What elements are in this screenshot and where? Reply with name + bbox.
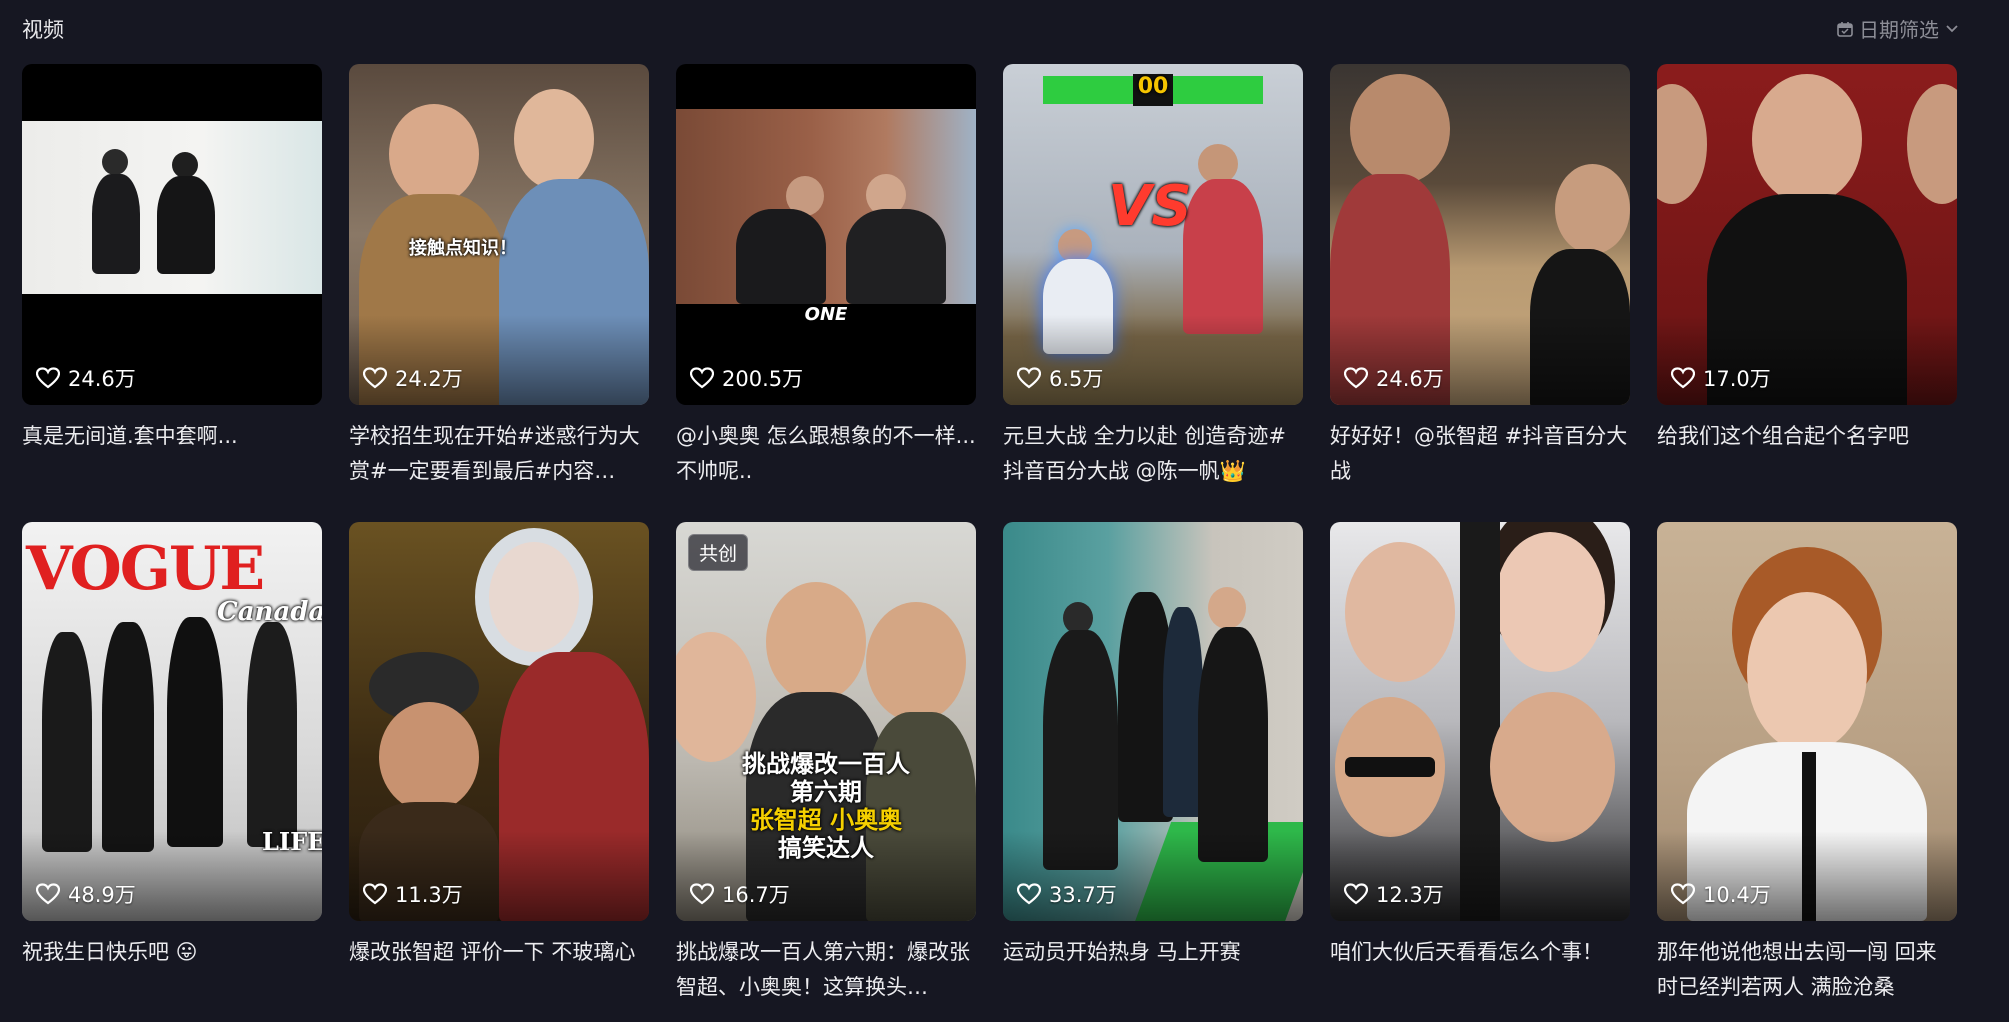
- video-caption[interactable]: 元旦大战 全力以赴 创造奇迹#抖音百分大战 @陈一帆👑: [1003, 419, 1303, 489]
- like-count: 12.3万: [1344, 879, 1444, 909]
- heart-icon: [690, 367, 714, 389]
- video-caption[interactable]: 爆改张智超 评价一下 不玻璃心: [349, 935, 649, 970]
- video-card[interactable]: 12.3万 咱们大伙后天看看怎么个事！: [1330, 522, 1630, 1022]
- heart-icon: [1017, 367, 1041, 389]
- video-thumbnail[interactable]: VOGUE Canada LIFE 48.9万: [22, 522, 322, 921]
- video-caption[interactable]: 那年他说他想出去闯一闯 回来时已经判若两人 满脸沧桑: [1657, 935, 1957, 1005]
- like-count: 24.6万: [1344, 363, 1444, 393]
- video-card[interactable]: 00 VS 6.5万 元旦大战 全力以赴 创造奇迹#抖音百分大战 @陈一帆👑: [1003, 64, 1303, 522]
- heart-icon: [1344, 883, 1368, 905]
- video-card[interactable]: 10.4万 那年他说他想出去闯一闯 回来时已经判若两人 满脸沧桑: [1657, 522, 1957, 1022]
- video-card[interactable]: 24.6万 好好好！@张智超 #抖音百分大战: [1330, 64, 1630, 522]
- video-card[interactable]: 接触点知识！ 24.2万 学校招生现在开始#迷惑行为大赏#一定要看到最后#内容…: [349, 64, 649, 522]
- video-caption[interactable]: 运动员开始热身 马上开赛: [1003, 935, 1303, 970]
- video-caption[interactable]: 咱们大伙后天看看怎么个事！: [1330, 935, 1630, 970]
- video-caption[interactable]: 挑战爆改一百人第六期：爆改张智超、小奥奥！这算换头…: [676, 935, 976, 1005]
- video-thumbnail[interactable]: 00 VS 6.5万: [1003, 64, 1303, 405]
- heart-icon: [36, 883, 60, 905]
- video-thumbnail[interactable]: 接触点知识！ 24.2万: [349, 64, 649, 405]
- magazine-subtitle: Canada: [217, 597, 322, 627]
- magazine-title: VOGUE: [26, 534, 265, 604]
- score-display: 00: [1133, 74, 1173, 106]
- video-grid: 24.6万 真是无间道.套中套啊... 接触点知识！ 24.2万 学校招生现在开…: [22, 64, 1957, 1022]
- date-filter-button[interactable]: 日期筛选: [1837, 14, 1959, 43]
- heart-icon: [363, 883, 387, 905]
- video-card[interactable]: VOGUE Canada LIFE 48.9万 祝我生日快乐吧 😛: [22, 522, 322, 1022]
- calendar-icon: [1837, 21, 1853, 37]
- video-thumbnail[interactable]: 33.7万: [1003, 522, 1303, 921]
- section-header: 视频 日期筛选: [0, 0, 2009, 56]
- video-caption[interactable]: 学校招生现在开始#迷惑行为大赏#一定要看到最后#内容…: [349, 419, 649, 489]
- thumbnail-title-line4: 搞笑达人: [778, 834, 874, 862]
- video-card[interactable]: 11.3万 爆改张智超 评价一下 不玻璃心: [349, 522, 649, 1022]
- video-thumbnail[interactable]: 10.4万: [1657, 522, 1957, 921]
- like-count: 11.3万: [363, 879, 463, 909]
- like-count: 200.5万: [690, 363, 803, 393]
- video-card[interactable]: 24.6万 真是无间道.套中套啊...: [22, 64, 322, 522]
- video-caption[interactable]: 好好好！@张智超 #抖音百分大战: [1330, 419, 1630, 489]
- like-count: 48.9万: [36, 879, 136, 909]
- chevron-down-icon: [1945, 24, 1959, 34]
- like-count: 10.4万: [1671, 879, 1771, 909]
- video-card[interactable]: ONE 200.5万 @小奥奥 怎么跟想象的不一样...不帅呢..: [676, 64, 976, 522]
- versus-label: VS: [1108, 174, 1192, 239]
- date-filter-label: 日期筛选: [1859, 18, 1939, 42]
- video-thumbnail[interactable]: 共创 挑战爆改一百人 第六期 张智超 小奥奥 搞笑达人 16.7万: [676, 522, 976, 921]
- heart-icon: [36, 367, 60, 389]
- video-thumbnail[interactable]: 12.3万: [1330, 522, 1630, 921]
- thumbnail-caption: 接触点知识！: [409, 238, 517, 259]
- video-caption[interactable]: 真是无间道.套中套啊...: [22, 419, 322, 454]
- video-caption[interactable]: @小奥奥 怎么跟想象的不一样...不帅呢..: [676, 419, 976, 489]
- heart-icon: [1017, 883, 1041, 905]
- video-thumbnail[interactable]: 24.6万: [22, 64, 322, 405]
- collab-badge: 共创: [688, 534, 749, 571]
- heart-icon: [1344, 367, 1368, 389]
- like-count: 16.7万: [690, 879, 790, 909]
- heart-icon: [1671, 367, 1695, 389]
- like-count: 24.6万: [36, 363, 136, 393]
- heart-icon: [690, 883, 714, 905]
- like-count: 24.2万: [363, 363, 463, 393]
- like-count: 17.0万: [1671, 363, 1771, 393]
- video-card[interactable]: 33.7万 运动员开始热身 马上开赛: [1003, 522, 1303, 1022]
- video-card[interactable]: 17.0万 给我们这个组合起个名字吧: [1657, 64, 1957, 522]
- heart-icon: [1671, 883, 1695, 905]
- video-caption[interactable]: 给我们这个组合起个名字吧: [1657, 419, 1957, 454]
- video-card[interactable]: 共创 挑战爆改一百人 第六期 张智超 小奥奥 搞笑达人 16.7万 挑战爆改一百…: [676, 522, 976, 1022]
- video-thumbnail[interactable]: 17.0万: [1657, 64, 1957, 405]
- like-count: 33.7万: [1017, 879, 1117, 909]
- video-thumbnail[interactable]: 24.6万: [1330, 64, 1630, 405]
- video-thumbnail[interactable]: ONE 200.5万: [676, 64, 976, 405]
- like-count: 6.5万: [1017, 363, 1103, 393]
- video-thumbnail[interactable]: 11.3万: [349, 522, 649, 921]
- magazine-footer: LIFE: [262, 827, 322, 856]
- thumbnail-caption: ONE: [804, 304, 848, 325]
- heart-icon: [363, 367, 387, 389]
- video-caption[interactable]: 祝我生日快乐吧 😛: [22, 935, 322, 970]
- section-title: 视频: [22, 18, 64, 42]
